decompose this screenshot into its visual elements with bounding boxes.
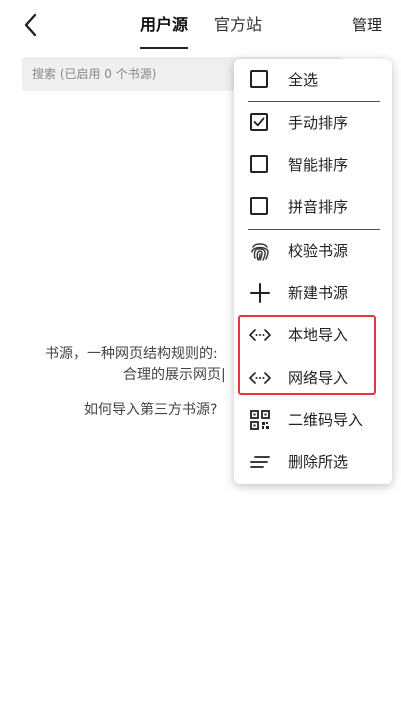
menu-item-label: 拼音排序 <box>288 198 349 216</box>
menu-item-select-all[interactable]: 全选 <box>234 59 392 101</box>
menu-item-manual-sort[interactable]: 手动排序 <box>234 102 392 144</box>
code-icon <box>249 372 271 384</box>
empty-description-line1: 书源，一种网页结构规则的: <box>45 346 218 362</box>
menu-item-smart-sort[interactable]: 智能排序 <box>234 144 392 186</box>
top-bar: 用户源 官方站 管理 <box>0 0 401 50</box>
lines-icon <box>250 456 270 468</box>
tab-official-site[interactable]: 官方站 <box>214 14 262 36</box>
menu-item-label: 本地导入 <box>288 326 349 344</box>
menu-item-delete-selected[interactable]: 删除所选 <box>234 441 392 483</box>
menu-item-new-source[interactable]: 新建书源 <box>234 272 392 314</box>
back-button[interactable] <box>18 10 48 40</box>
manage-button[interactable]: 管理 <box>352 14 382 36</box>
fingerprint-icon <box>251 243 269 261</box>
checkbox-empty-icon[interactable] <box>250 155 268 173</box>
plus-icon <box>250 283 270 303</box>
qr-code-icon <box>250 410 270 430</box>
menu-item-label: 二维码导入 <box>288 411 364 429</box>
checkbox-empty-icon[interactable] <box>250 70 268 88</box>
chevron-left-icon <box>24 13 37 37</box>
menu-item-label: 校验书源 <box>288 242 349 260</box>
empty-description-line2: 合理的展示网页| <box>123 367 226 383</box>
menu-item-label: 智能排序 <box>288 156 349 174</box>
import-help-link[interactable]: 如何导入第三方书源? <box>84 400 217 420</box>
menu-item-network-import[interactable]: 网络导入 <box>234 357 392 399</box>
checkbox-checked-icon[interactable] <box>250 113 268 131</box>
options-menu: 全选 手动排序 智能排序 拼音排序 校验书源 新建书源 本地导入 网络导入 二维… <box>234 59 392 484</box>
menu-item-label: 新建书源 <box>288 284 349 302</box>
active-tab-indicator <box>140 47 188 49</box>
tab-user-sources[interactable]: 用户源 <box>140 14 188 36</box>
menu-item-label: 网络导入 <box>288 369 349 387</box>
menu-item-label: 全选 <box>288 71 319 89</box>
screen: 用户源 官方站 管理 搜索 (已启用 0 个书源) 书源，一种网页结构规则的: … <box>0 0 401 713</box>
menu-item-verify-sources[interactable]: 校验书源 <box>234 230 392 272</box>
code-icon <box>249 329 271 341</box>
checkbox-empty-icon[interactable] <box>250 197 268 215</box>
menu-item-pinyin-sort[interactable]: 拼音排序 <box>234 186 392 228</box>
menu-item-label: 手动排序 <box>288 114 349 132</box>
menu-item-local-import[interactable]: 本地导入 <box>234 314 392 356</box>
menu-item-label: 删除所选 <box>288 453 349 471</box>
menu-item-qr-import[interactable]: 二维码导入 <box>234 399 392 441</box>
